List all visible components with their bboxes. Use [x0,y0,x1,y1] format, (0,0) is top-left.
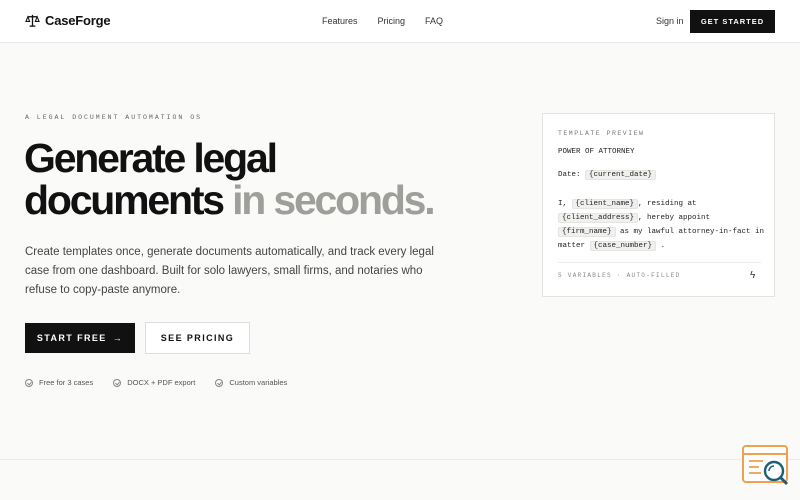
check-circle-icon [215,378,224,387]
nav-link-features[interactable]: Features [322,16,358,26]
body-text: as my lawful attorney-in-fact in [620,228,765,236]
headline-strong: documents [24,177,225,223]
preview-doc-title: POWER OF ATTORNEY [558,148,635,156]
preview-body: I, {client_name}, residing at {client_ad… [558,197,768,253]
feature-label: Custom variables [229,378,288,387]
feature-list: Free for 3 cases DOCX + PDF export Custo… [25,378,287,387]
sign-in-link[interactable]: Sign in [656,16,684,26]
hero-eyebrow: A LEGAL DOCUMENT AUTOMATION OS [25,114,203,121]
template-preview-card: TEMPLATE PREVIEW POWER OF ATTORNEY Date:… [542,113,775,297]
nav-link-pricing[interactable]: Pricing [378,16,406,26]
bolt-icon: ϟ [750,270,756,281]
feature-item: DOCX + PDF export [113,378,195,387]
body-text: , hereby appoint [638,214,711,222]
variable-tag: {current_date} [585,170,657,180]
nav-link-faq[interactable]: FAQ [425,16,443,26]
brand-name: CaseForge [45,13,111,28]
variable-tag: {client_address} [558,213,639,223]
date-label: Date: [558,171,581,179]
variable-tag: {case_number} [589,241,657,251]
body-text: , residing at [638,200,697,208]
arrow-right-icon: → [112,333,124,343]
get-started-button[interactable]: GET STARTED [690,10,775,33]
body-text: matter [558,242,586,250]
body-text: I, [558,200,568,208]
check-circle-icon [113,378,122,387]
variable-tag: {client_name} [571,199,639,209]
feature-item: Free for 3 cases [25,378,93,387]
start-free-label: START FREE [36,333,107,343]
search-widget-icon[interactable] [741,444,791,488]
headline-line-1: Generate legal [24,135,278,181]
feature-label: DOCX + PDF export [127,378,196,387]
headline-muted: in seconds. [232,177,436,223]
check-circle-icon [25,378,33,387]
see-pricing-button[interactable]: SEE PRICING [145,322,250,354]
card-divider [558,262,761,263]
preview-date-line: Date: {current_date} [558,170,657,180]
feature-label: Free for 3 cases [39,378,94,387]
feature-item: Custom variables [215,378,287,387]
hero-description: Create templates once, generate document… [25,246,434,296]
hero-headline: Generate legal documents in seconds. [24,137,524,221]
start-free-button[interactable]: START FREE → [25,323,135,353]
section-divider [0,459,800,460]
preview-label: TEMPLATE PREVIEW [558,130,645,137]
scales-icon [25,14,40,27]
variable-tag: {firm_name} [558,227,616,237]
body-text: . [660,242,666,250]
site-header: CaseForge Features Pricing FAQ Sign in G… [0,0,800,43]
main-nav: Features Pricing FAQ [322,16,443,26]
brand-logo[interactable]: CaseForge [25,13,111,28]
preview-footer: 5 VARIABLES · AUTO-FILLED [558,272,681,279]
